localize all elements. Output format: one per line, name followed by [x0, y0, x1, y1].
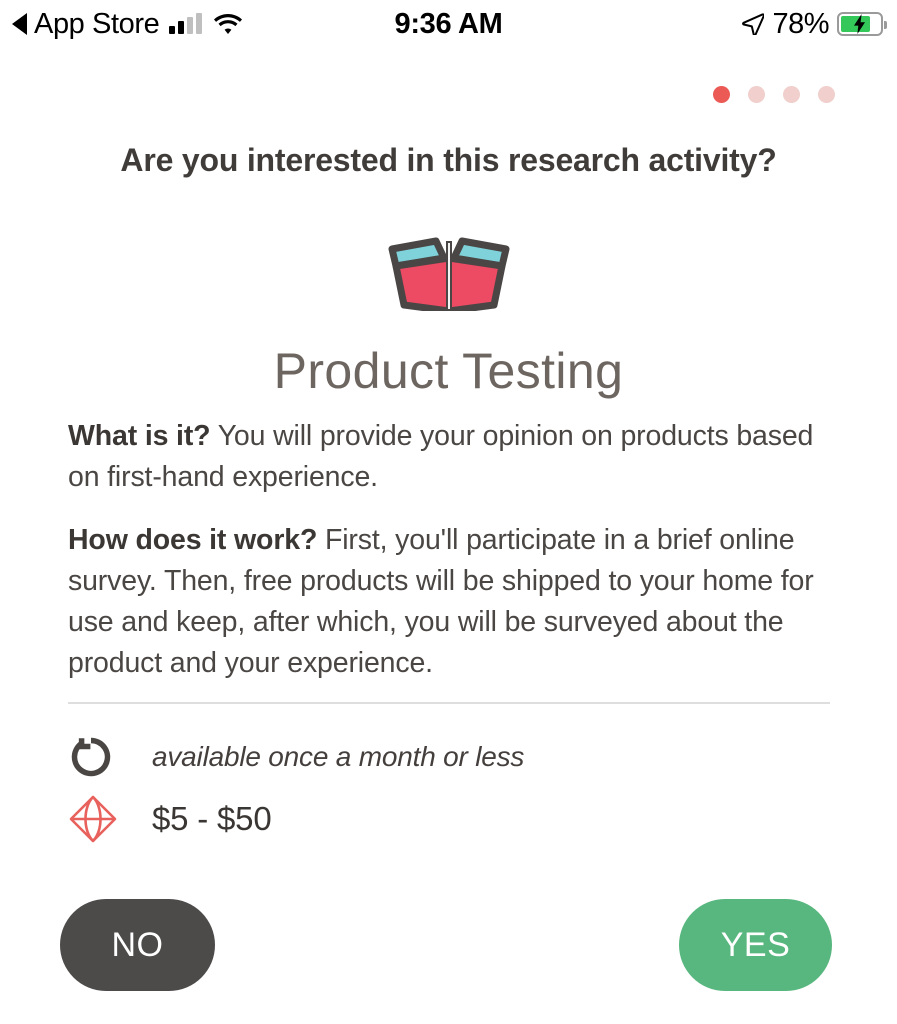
status-bar-left[interactable]: App Store	[12, 9, 243, 39]
pagination-dot-3[interactable]	[783, 86, 800, 103]
meta-row-frequency: available once a month or less	[68, 726, 830, 788]
location-arrow-icon	[742, 13, 765, 35]
section-divider	[68, 702, 830, 704]
meta-payout-label: $5 - $50	[152, 800, 272, 837]
pagination-dot-1[interactable]	[713, 86, 730, 103]
battery-percent-label: 78%	[772, 7, 829, 40]
pagination-dot-2[interactable]	[748, 86, 765, 103]
activity-description: What is it? You will provide your opinio…	[68, 416, 830, 706]
pagination-dot-4[interactable]	[818, 86, 835, 103]
decline-button[interactable]: NO	[60, 899, 215, 991]
activity-meta-list: available once a month or less $5 - $50	[68, 726, 830, 850]
paragraph-lead-what-is-it: What is it?	[68, 420, 211, 452]
wifi-icon	[214, 14, 243, 34]
accept-button[interactable]: YES	[679, 899, 832, 991]
battery-charging-icon	[837, 12, 887, 36]
open-box-icon	[388, 237, 509, 311]
lightning-bolt-icon	[854, 14, 865, 34]
repeat-refresh-icon	[68, 734, 130, 780]
status-bar: App Store 9:36 AM 78%	[0, 0, 897, 48]
activity-title: Product Testing	[273, 343, 624, 399]
back-app-label[interactable]: App Store	[34, 9, 160, 39]
paragraph-how-does-it-work: How does it work? First, you'll particip…	[68, 520, 830, 684]
meta-row-payout: $5 - $50	[68, 788, 830, 850]
page-title: Are you interested in this research acti…	[120, 142, 777, 178]
pagination-dots[interactable]	[713, 86, 835, 103]
paragraph-what-is-it: What is it? You will provide your opinio…	[68, 416, 830, 498]
back-triangle-icon[interactable]	[12, 13, 27, 35]
cellular-signal-icon	[169, 13, 203, 34]
paragraph-lead-how-does-it-work: How does it work?	[68, 524, 318, 556]
gem-diamond-icon	[68, 794, 130, 844]
meta-frequency-label: available once a month or less	[152, 741, 525, 772]
status-bar-right: 78%	[742, 7, 887, 41]
